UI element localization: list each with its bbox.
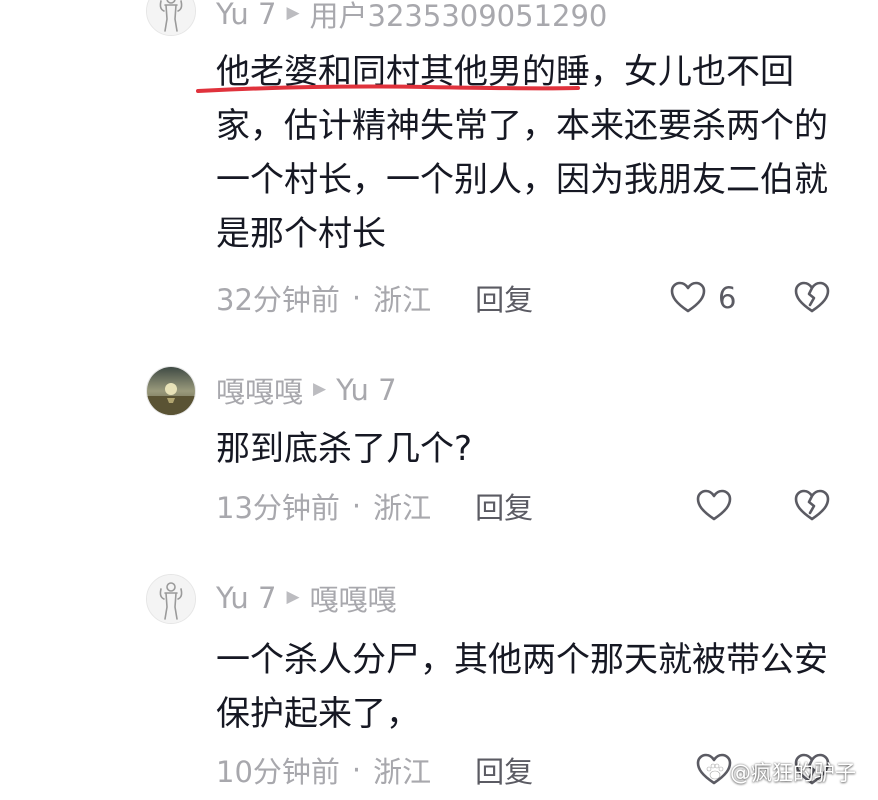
like-button[interactable]: 6 (668, 276, 736, 320)
comment-time: 10分钟前 (216, 755, 340, 789)
separator: · (351, 753, 362, 787)
comment-text: 那到底杀了几个? (216, 429, 473, 469)
reply-arrow-icon: ▶ (286, 3, 300, 23)
bodybuilder-avatar-icon (147, 575, 195, 623)
dislike-button[interactable] (792, 486, 832, 526)
reply-arrow-icon: ▶ (286, 587, 300, 607)
reply-to-username[interactable]: 嘎嘎嘎 (310, 577, 397, 619)
heart-icon (670, 281, 706, 313)
comment-location: 浙江 (373, 491, 432, 525)
comment-time: 13分钟前 (216, 491, 340, 525)
separator: · (351, 281, 362, 315)
username[interactable]: Yu 7 (216, 0, 276, 31)
watermark-text: @疯狂的驴子 (730, 761, 856, 785)
separator: · (351, 489, 362, 523)
comment-time: 32分钟前 (216, 283, 340, 317)
username[interactable]: 嘎嘎嘎 (216, 369, 303, 411)
like-count: 6 (718, 281, 737, 315)
username[interactable]: Yu 7 (216, 581, 276, 615)
reply-button[interactable]: 回复 (475, 749, 533, 791)
reply-button[interactable]: 回复 (475, 277, 533, 319)
bodybuilder-avatar-icon (147, 0, 195, 35)
comment-meta: 13分钟前 · 浙江 回复 (216, 484, 533, 528)
like-button[interactable] (694, 484, 734, 528)
dislike-button[interactable] (792, 278, 832, 318)
avatar[interactable] (146, 574, 196, 624)
red-underline-annotation (196, 84, 580, 93)
paw-icon (706, 763, 724, 780)
reply-arrow-icon: ▶ (313, 379, 327, 399)
comment-header: Yu 7 ▶ 用户3235309051290 (216, 0, 607, 34)
comment-meta: 32分钟前 · 浙江 回复 (216, 276, 533, 320)
comment-text: 一个杀人分尸，其他两个那天就被带公安保护起来了， (216, 640, 828, 734)
comment-header: 嘎嘎嘎 ▶ Yu 7 (216, 370, 397, 410)
comment-location: 浙江 (373, 283, 432, 317)
reply-to-username[interactable]: 用户3235309051290 (310, 0, 608, 35)
sunset-avatar-icon (147, 367, 195, 415)
broken-heart-icon (794, 281, 830, 313)
reply-button[interactable]: 回复 (475, 485, 533, 527)
comment-text: 他老婆和同村其他男的睡，女儿也不回家，估计精神失常了，本来还要杀两个的一个村长，… (216, 52, 828, 254)
reply-to-username[interactable]: Yu 7 (336, 373, 396, 407)
heart-icon (696, 489, 732, 521)
broken-heart-icon (794, 489, 830, 521)
comment-header: Yu 7 ▶ 嘎嘎嘎 (216, 578, 397, 618)
avatar[interactable] (146, 0, 196, 36)
avatar[interactable] (146, 366, 196, 416)
comment-meta: 10分钟前 · 浙江 回复 (216, 748, 533, 792)
comment-location: 浙江 (373, 755, 432, 789)
watermark: @疯狂的驴子 (704, 754, 856, 790)
